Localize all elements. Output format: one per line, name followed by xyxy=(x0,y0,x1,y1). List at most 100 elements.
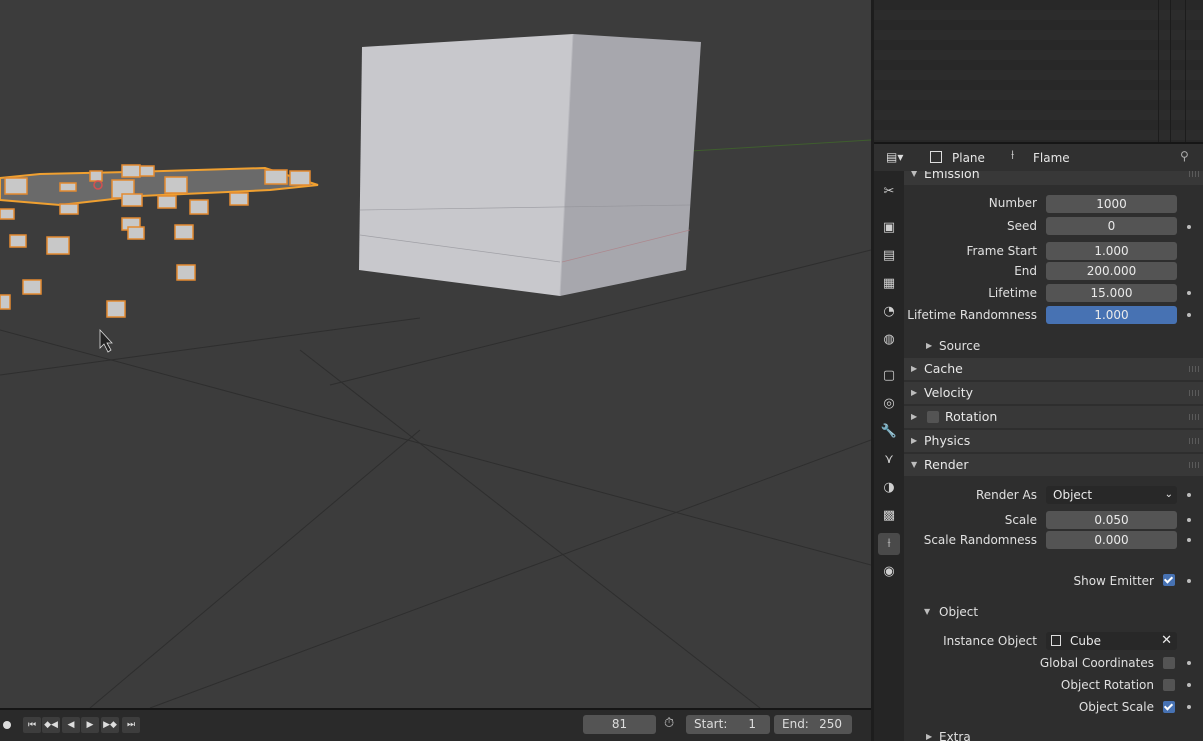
outliner[interactable] xyxy=(874,0,1203,144)
object-rotation-checkbox[interactable] xyxy=(1163,679,1175,691)
expand-icon: ▼ xyxy=(911,460,918,469)
world-icon[interactable]: ◍ xyxy=(878,329,900,351)
source-subpanel[interactable]: Source xyxy=(939,339,980,353)
object-icon xyxy=(930,151,942,163)
drag-handle-icon[interactable] xyxy=(1189,390,1199,396)
output-icon[interactable]: ▤ xyxy=(878,245,900,267)
view-layer-icon[interactable]: ▦ xyxy=(878,273,900,295)
jump-keyframe-back-icon[interactable]: ◆◀ xyxy=(42,717,60,733)
modifier-icon[interactable]: 🔧 xyxy=(878,421,900,443)
jump-end-icon[interactable]: ⏭ xyxy=(122,717,140,733)
particle-system-name[interactable]: Flame xyxy=(1033,151,1070,165)
collapse-icon: ▶ xyxy=(911,388,918,397)
end-value: 250 xyxy=(819,717,842,731)
end-frame-field[interactable]: End: 250 xyxy=(774,715,852,734)
constraints-icon[interactable]: ◉ xyxy=(878,561,900,583)
drag-handle-icon[interactable] xyxy=(1189,366,1199,372)
keyframe-dot-icon[interactable] xyxy=(1187,291,1191,295)
show-emitter-label: Show Emitter xyxy=(1073,574,1154,588)
panel-physics-label: Physics xyxy=(924,433,971,448)
panel-emission[interactable]: ▼ Emission xyxy=(904,171,1203,185)
clear-icon[interactable]: ✕ xyxy=(1161,632,1172,650)
scene-icon[interactable]: ◔ xyxy=(878,301,900,323)
collapse-icon: ▶ xyxy=(911,436,918,445)
current-frame-field[interactable]: 81 xyxy=(583,715,656,734)
3d-viewport[interactable] xyxy=(0,0,871,708)
frame-start-field[interactable]: 1.000 xyxy=(1046,242,1177,260)
keyframe-dot-icon[interactable] xyxy=(1187,683,1191,687)
properties-body: ▼ Emission Number 1000 Seed 0 Frame Star… xyxy=(904,171,1203,741)
number-field[interactable]: 1000 xyxy=(1046,195,1177,213)
pin-icon[interactable]: ⚲ xyxy=(1180,149,1189,163)
jump-start-icon[interactable]: ⏮ xyxy=(23,717,41,733)
render-as-dropdown[interactable]: Object ⌄ xyxy=(1046,486,1177,504)
chevron-down-icon: ⌄ xyxy=(1164,489,1173,500)
seed-label: Seed xyxy=(1007,219,1037,233)
drag-handle-icon[interactable] xyxy=(1189,414,1199,420)
panel-physics[interactable]: ▶ Physics xyxy=(904,430,1203,452)
jump-keyframe-forward-icon[interactable]: ▶◆ xyxy=(101,717,119,733)
physics-icon[interactable]: ◎ xyxy=(878,393,900,415)
drag-handle-icon[interactable] xyxy=(1189,438,1199,444)
extra-subpanel[interactable]: Extra xyxy=(939,730,971,741)
object-props-icon[interactable]: ▢ xyxy=(878,365,900,387)
keyframe-dot-icon[interactable] xyxy=(1187,313,1191,317)
scale-field[interactable]: 0.050 xyxy=(1046,511,1177,529)
render-as-value: Object xyxy=(1053,488,1093,502)
particle-system-tab-icon[interactable]: ⟊ xyxy=(878,533,900,555)
timeline: ⏮ ◆◀ ◀ ▶ ▶◆ ⏭ 81 ⏱ Start: 1 End: 250 xyxy=(0,708,871,741)
object-scale-checkbox[interactable] xyxy=(1163,701,1175,713)
instance-object-field[interactable]: Cube ✕ xyxy=(1046,632,1177,650)
viewport-scene xyxy=(0,33,871,708)
lifetime-field[interactable]: 15.000 xyxy=(1046,284,1177,302)
rotation-checkbox[interactable] xyxy=(927,411,939,423)
end-label: End: xyxy=(782,717,809,731)
texture-icon[interactable]: ▩ xyxy=(878,505,900,527)
start-value: 1 xyxy=(748,717,756,731)
scale-randomness-label: Scale Randomness xyxy=(923,533,1037,547)
record-icon[interactable] xyxy=(3,721,11,729)
drag-handle-icon[interactable] xyxy=(1189,171,1199,177)
panel-render-label: Render xyxy=(924,457,969,472)
keyframe-dot-icon[interactable] xyxy=(1187,518,1191,522)
panel-emission-label: Emission xyxy=(924,171,980,181)
cube-icon xyxy=(1051,635,1061,646)
play-icon[interactable]: ▶ xyxy=(81,717,99,733)
seed-field[interactable]: 0 xyxy=(1046,217,1177,235)
keyframe-dot-icon[interactable] xyxy=(1187,579,1191,583)
panel-velocity[interactable]: ▶ Velocity xyxy=(904,382,1203,404)
scale-label: Scale xyxy=(1004,513,1037,527)
keyframe-dot-icon[interactable] xyxy=(1187,705,1191,709)
collapse-icon: ▶ xyxy=(911,364,918,373)
material-icon[interactable]: ◑ xyxy=(878,477,900,499)
end-field[interactable]: 200.000 xyxy=(1046,262,1177,280)
keyframe-dot-icon[interactable] xyxy=(1187,538,1191,542)
scale-randomness-field[interactable]: 0.000 xyxy=(1046,531,1177,549)
object-scale-label: Object Scale xyxy=(1078,700,1154,714)
play-reverse-icon[interactable]: ◀ xyxy=(62,717,80,733)
cursor-icon xyxy=(99,328,113,353)
lifetime-randomness-field[interactable]: 1.000 xyxy=(1046,306,1177,324)
panel-cache[interactable]: ▶ Cache xyxy=(904,358,1203,380)
panel-rotation[interactable]: ▶ Rotation xyxy=(904,406,1203,428)
particle-system-icon: ⟊ xyxy=(1011,148,1015,163)
tool-icon[interactable]: ✂ xyxy=(878,181,900,203)
object-expand-icon: ▼ xyxy=(924,607,931,616)
keyframe-dot-icon[interactable] xyxy=(1187,225,1191,229)
keyframe-dot-icon[interactable] xyxy=(1187,661,1191,665)
panel-render[interactable]: ▼ Render xyxy=(904,454,1203,476)
global-coordinates-checkbox[interactable] xyxy=(1163,657,1175,669)
object-name[interactable]: Plane xyxy=(952,151,985,165)
render-icon[interactable]: ▣ xyxy=(878,217,900,239)
lifetime-label: Lifetime xyxy=(988,286,1037,300)
show-emitter-checkbox[interactable] xyxy=(1163,574,1175,586)
editor-type-icon[interactable]: ▤▾ xyxy=(886,150,908,164)
particles-icon[interactable]: ⋎ xyxy=(878,449,900,471)
end-label: End xyxy=(1014,264,1037,278)
start-frame-field[interactable]: Start: 1 xyxy=(686,715,770,734)
keyframe-dot-icon[interactable] xyxy=(1187,493,1191,497)
drag-handle-icon[interactable] xyxy=(1189,462,1199,468)
stopwatch-icon[interactable]: ⏱ xyxy=(664,716,680,732)
object-subpanel[interactable]: Object xyxy=(939,605,978,619)
instance-object-label: Instance Object xyxy=(943,634,1037,648)
